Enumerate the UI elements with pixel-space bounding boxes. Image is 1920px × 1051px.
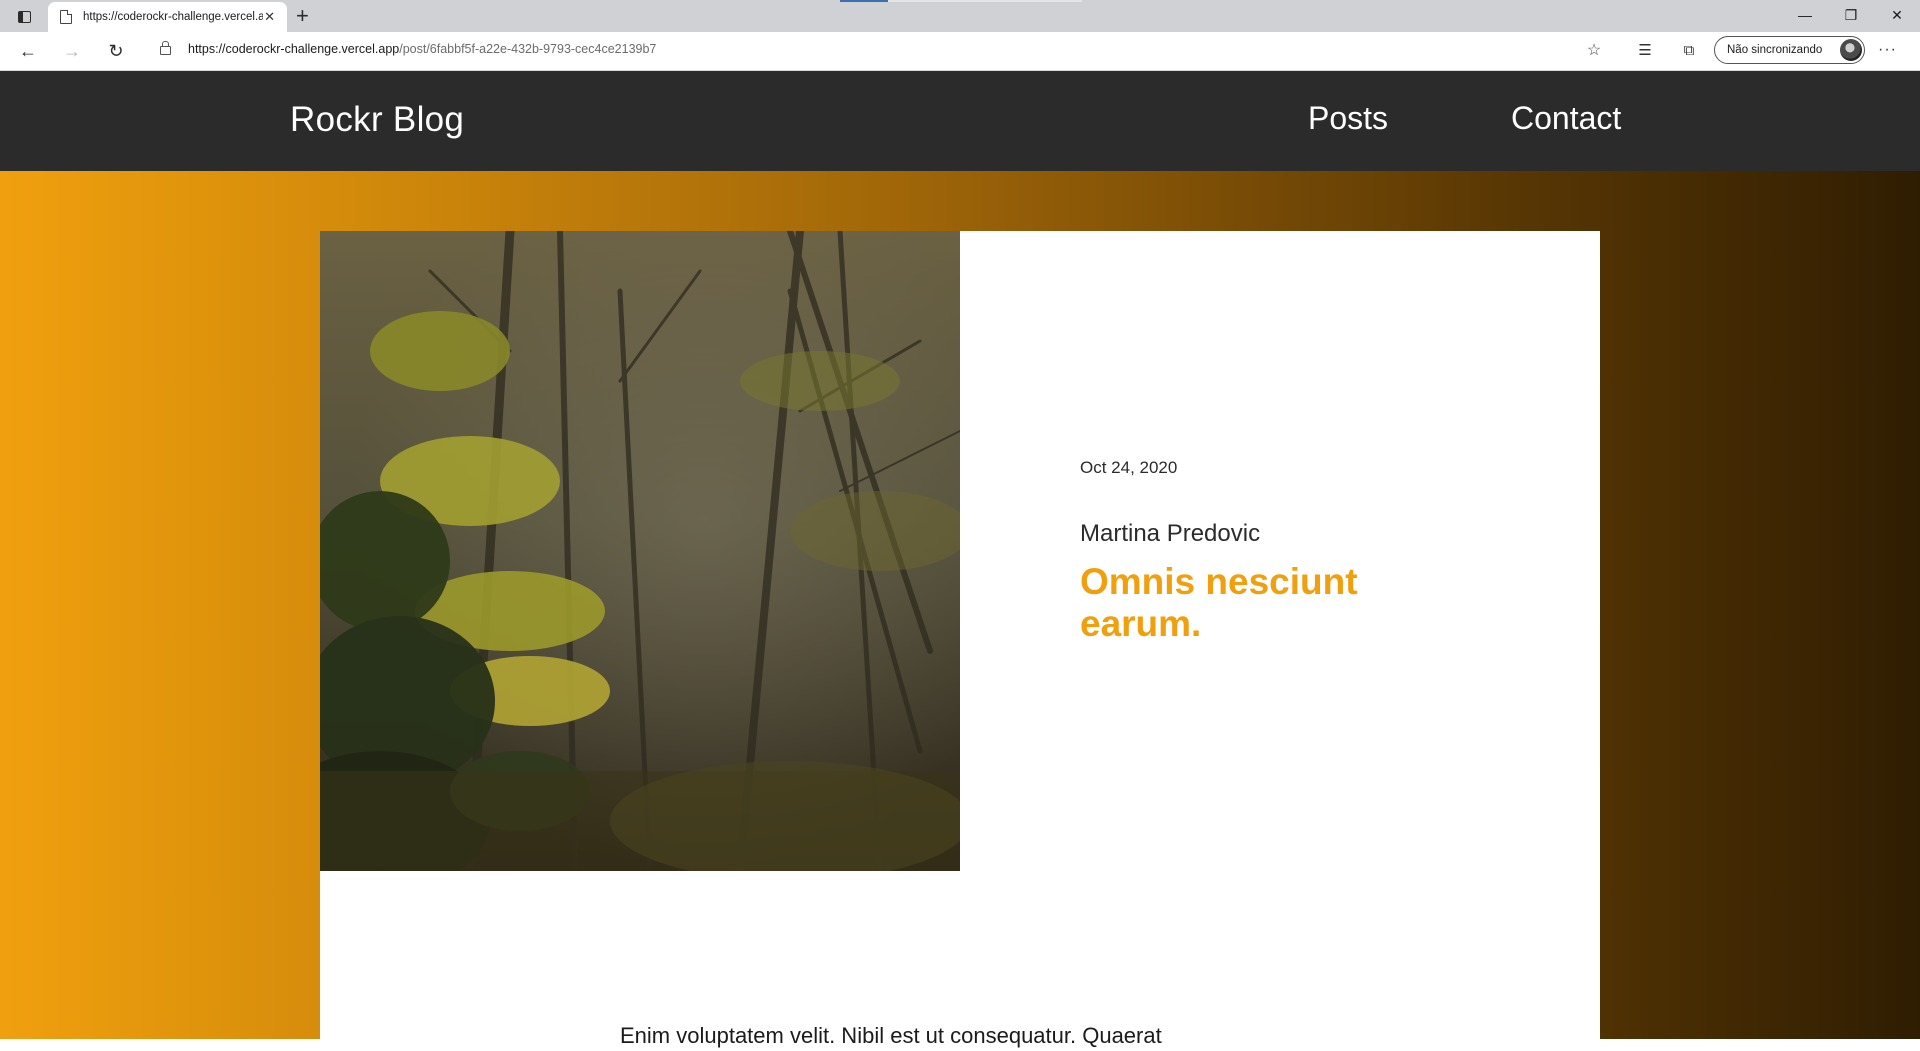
url-text[interactable]: https://coderockr-challenge.vercel.app/p… (188, 42, 656, 56)
hero-section: Oct 24, 2020 Martina Predovic Omnis nesc… (0, 171, 1920, 1051)
restore-button[interactable]: ❐ (1828, 0, 1874, 30)
post-author: Martina Predovic (1080, 520, 1261, 547)
url-path: /post/6fabbf5f-a22e-432b-9793-cec4ce2139… (399, 42, 657, 56)
browser-tab[interactable]: https://coderockr-challenge.vercel.app/p… (48, 2, 287, 32)
browser-toolbar: ← → ↻ https://coderockr-challenge.vercel… (0, 32, 1920, 71)
tab-close-icon[interactable]: ✕ (264, 9, 275, 25)
favorites-icon[interactable]: ☰ (1634, 40, 1656, 62)
tab-actions-icon (17, 11, 31, 23)
tab-title: https://coderockr-challenge.vercel.app/p… (83, 11, 263, 23)
new-tab-button[interactable]: + (296, 3, 309, 29)
forward-button[interactable]: → (56, 36, 88, 66)
profile-label: Não sincronizando (1727, 44, 1823, 56)
post-image (320, 231, 960, 871)
minimize-button[interactable]: — (1782, 0, 1828, 30)
refresh-button[interactable]: ↻ (100, 36, 132, 66)
profile-button[interactable]: Não sincronizando (1714, 36, 1865, 64)
add-favorite-icon[interactable]: ☆ (1584, 41, 1604, 61)
back-button[interactable]: ← (12, 36, 44, 66)
tab-actions-button[interactable] (10, 6, 38, 28)
collections-icon[interactable]: ⧉ (1678, 40, 1700, 62)
site-logo[interactable]: Rockr Blog (290, 100, 464, 140)
more-icon[interactable]: ··· (1878, 41, 1897, 59)
tab-indicator (840, 0, 888, 2)
avatar (1840, 39, 1862, 61)
browser-tab-bar: https://coderockr-challenge.vercel.app/p… (0, 0, 1920, 32)
site-header: Rockr Blog Posts Contact (0, 71, 1920, 171)
address-bar[interactable]: https://coderockr-challenge.vercel.app/p… (144, 35, 1618, 66)
nav-link-contact[interactable]: Contact (1511, 100, 1621, 137)
nav-link-posts[interactable]: Posts (1308, 100, 1388, 137)
tab-indicator-track (888, 0, 1082, 2)
post-title: Omnis nesciunt earum. (1080, 561, 1358, 644)
post-card: Oct 24, 2020 Martina Predovic Omnis nesc… (320, 231, 1600, 1051)
post-body: Enim voluptatem velit. Nibil est ut cons… (620, 1023, 1162, 1048)
page-icon (60, 10, 72, 24)
url-host: https://coderockr-challenge.vercel.app (188, 42, 400, 56)
close-window-button[interactable]: ✕ (1874, 0, 1920, 30)
lock-icon[interactable] (160, 41, 171, 55)
post-date: Oct 24, 2020 (1080, 458, 1178, 477)
